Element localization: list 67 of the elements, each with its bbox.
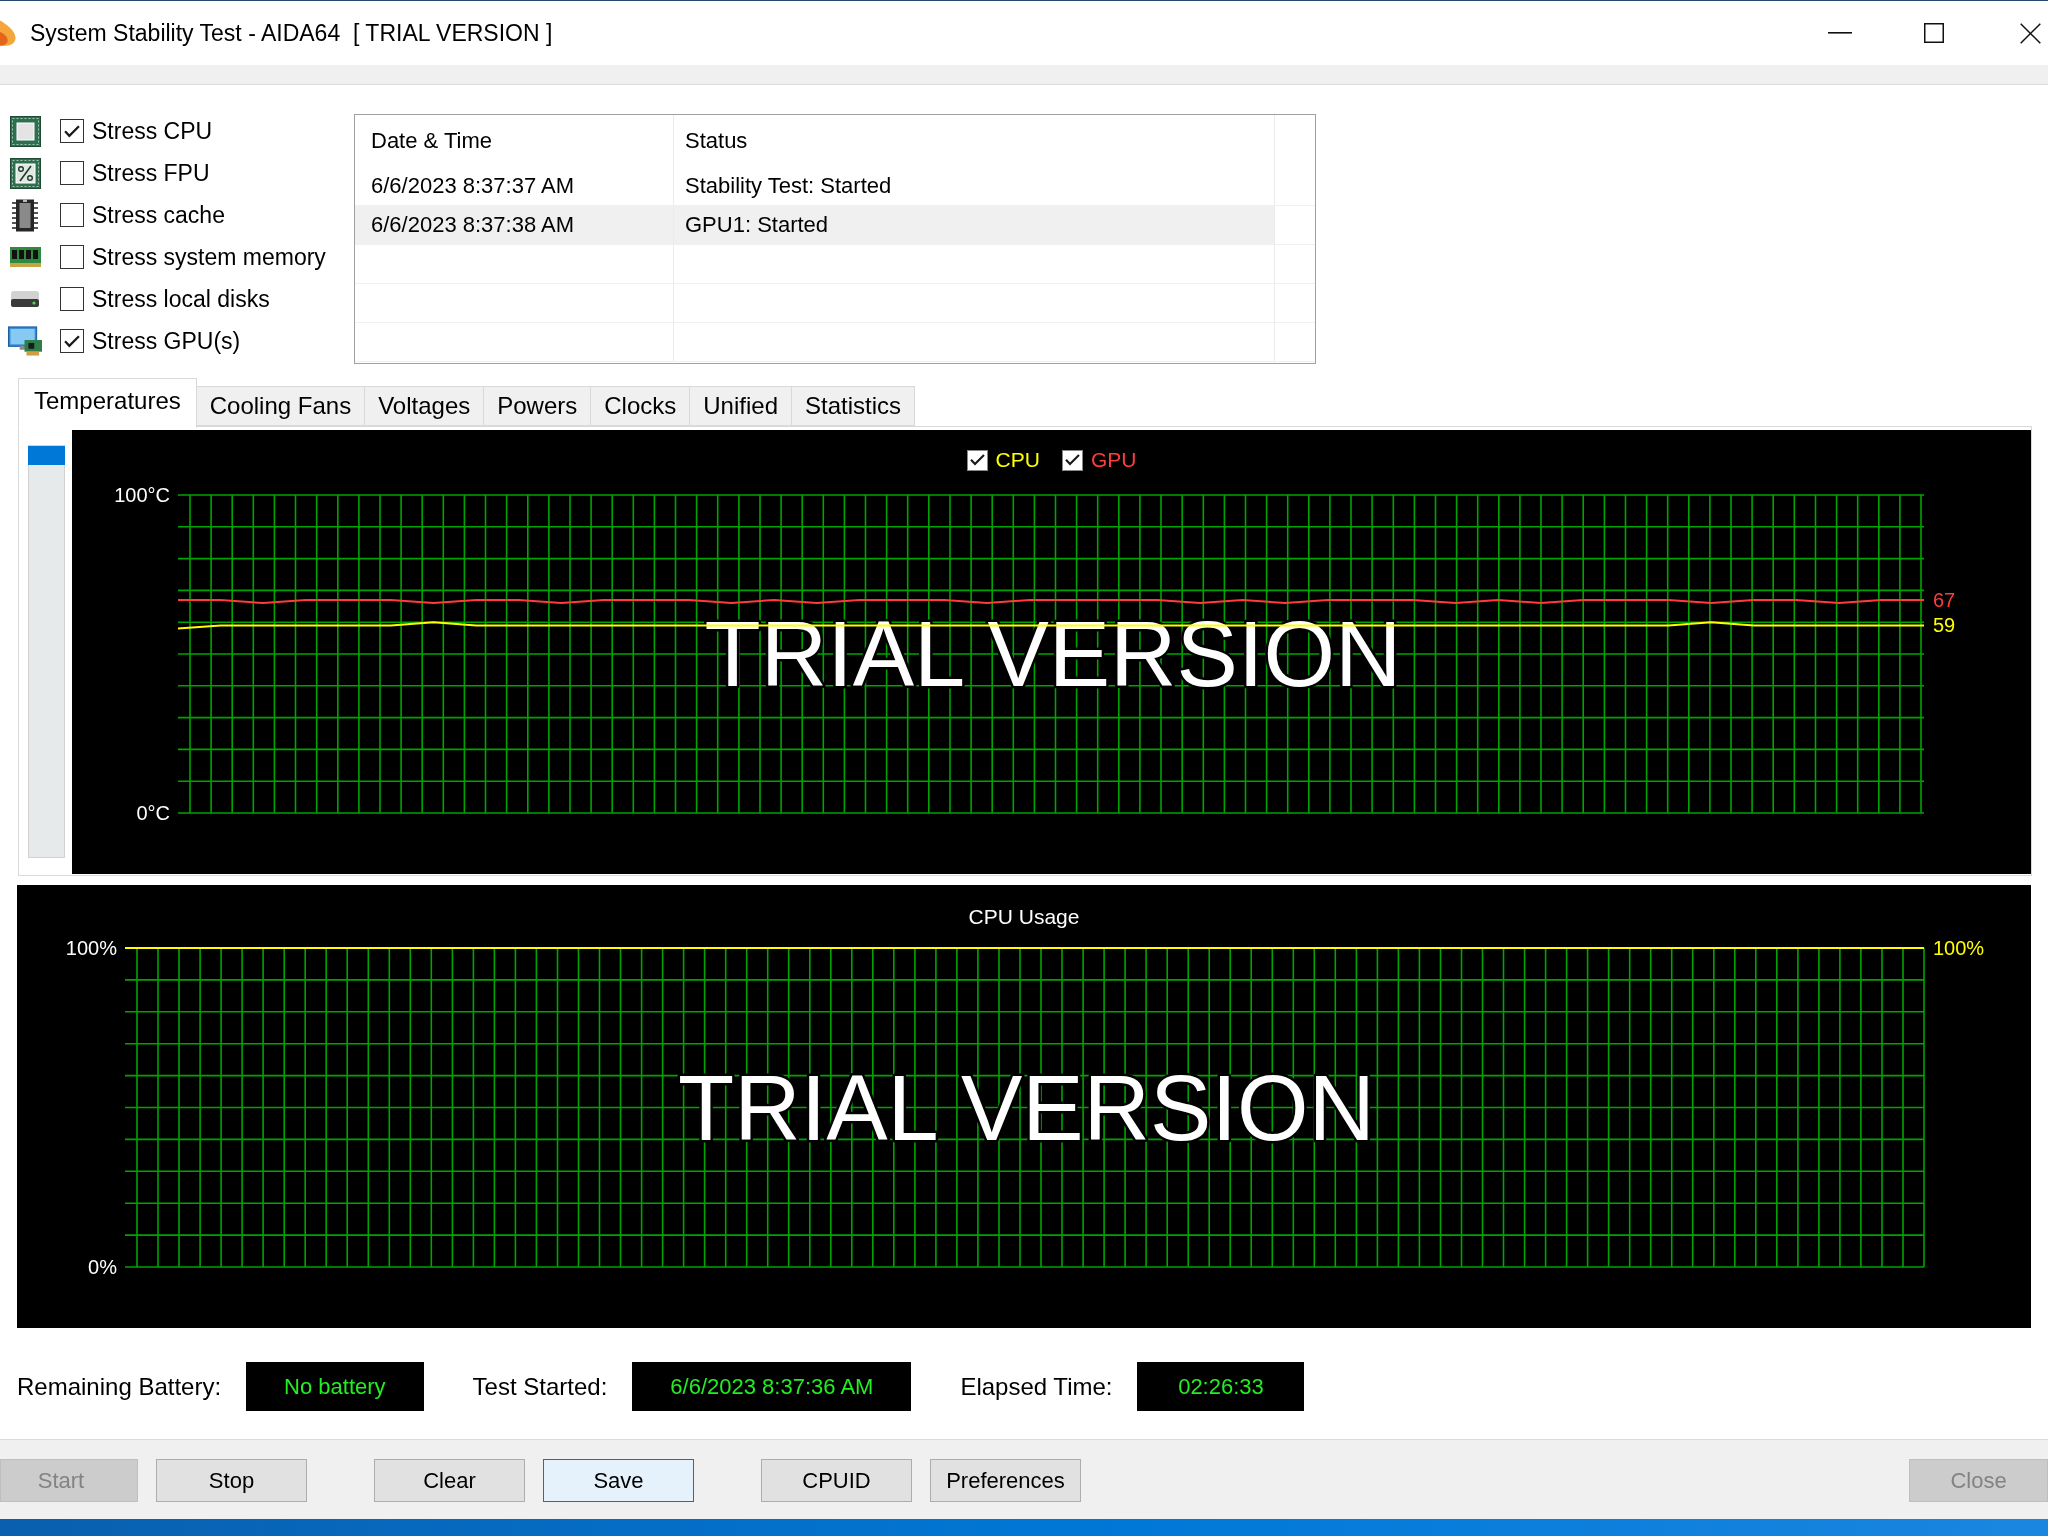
tab[interactable]: Cooling Fans: [195, 386, 366, 426]
chart-title: CPU Usage: [968, 905, 1080, 929]
checkbox[interactable]: [60, 161, 84, 185]
column-header[interactable]: Date & Time: [355, 115, 674, 167]
ram-module-icon: [9, 247, 41, 267]
value-label: 67: [1933, 588, 1956, 611]
drive-icon: [11, 290, 39, 308]
status-label: Remaining Battery:: [17, 1372, 222, 1401]
table-row[interactable]: 6/6/2023 8:37:37 AM Stability Test: Started: [355, 167, 1275, 205]
status-value: 02:26:33: [1137, 1362, 1305, 1411]
checkmark-icon: [64, 334, 80, 348]
checkbox-label[interactable]: Stress FPU: [92, 159, 210, 187]
checkbox-label[interactable]: Stress GPU(s): [92, 327, 241, 355]
dialog-button[interactable]: CPUID: [761, 1459, 912, 1502]
status-label: Elapsed Time:: [960, 1372, 1113, 1401]
chip-icon: [12, 198, 38, 232]
checkbox-label[interactable]: Stress local disks: [92, 285, 270, 313]
checkmark-icon: [969, 454, 985, 466]
checkbox[interactable]: [60, 119, 84, 143]
percent-chip-icon: [9, 157, 41, 189]
slider-thumb[interactable]: [28, 446, 65, 465]
checkbox-label[interactable]: Stress CPU: [92, 117, 213, 145]
table-cell: GPU1: Started: [674, 206, 1275, 244]
value-label: 59: [1933, 614, 1956, 637]
checkbox[interactable]: [60, 329, 84, 353]
column-header[interactable]: Status: [674, 115, 1275, 167]
dialog-button[interactable]: Clear: [374, 1459, 525, 1502]
checkbox-label[interactable]: Stress cache: [92, 201, 225, 229]
checkbox-label[interactable]: Stress system memory: [92, 243, 326, 271]
checkbox[interactable]: [60, 287, 84, 311]
legend-checkbox[interactable]: [1061, 449, 1083, 471]
legend-checkbox[interactable]: [966, 449, 988, 471]
tab[interactable]: Temperatures: [18, 378, 197, 428]
axis-label: 100%: [65, 937, 117, 959]
flame-icon: [0, 20, 16, 46]
window-title: System Stability Test - AIDA64 [ TRIAL VERSION ]: [30, 19, 553, 47]
value-label: 100%: [1933, 937, 1985, 959]
tab[interactable]: Unified: [689, 386, 792, 426]
checkbox[interactable]: [60, 245, 84, 269]
maximize-icon: [1924, 23, 1944, 43]
dialog-button[interactable]: Stop: [156, 1459, 307, 1502]
minimize-icon: [1828, 32, 1852, 34]
table-cell: 6/6/2023 8:37:37 AM: [355, 167, 674, 205]
checkmark-icon: [1064, 454, 1080, 466]
table-cell: 6/6/2023 8:37:38 AM: [355, 206, 674, 244]
status-value: 6/6/2023 8:37:36 AM: [632, 1362, 912, 1411]
status-label: Test Started:: [472, 1372, 608, 1401]
checkmark-icon: [64, 124, 80, 138]
table-cell: Stability Test: Started: [674, 167, 1275, 205]
checkbox[interactable]: [60, 203, 84, 227]
tab[interactable]: Statistics: [791, 386, 916, 426]
axis-label: 0%: [88, 1256, 117, 1278]
axis-label: 100°C: [114, 484, 170, 506]
close-icon: [2020, 22, 2041, 44]
processor-icon: [9, 115, 41, 147]
scale-slider[interactable]: [28, 445, 65, 858]
tab[interactable]: Voltages: [364, 386, 485, 426]
tab[interactable]: Clocks: [590, 386, 691, 426]
status-value: No battery: [246, 1362, 424, 1411]
dialog-button[interactable]: Save: [543, 1459, 694, 1502]
monitor-icon: [8, 326, 42, 356]
legend-label[interactable]: CPU: [995, 449, 1040, 471]
axis-label: 0°C: [136, 802, 170, 824]
dialog-button[interactable]: Preferences: [930, 1459, 1081, 1502]
legend-label[interactable]: GPU: [1090, 449, 1137, 471]
table-row[interactable]: 6/6/2023 8:37:38 AM GPU1: Started: [355, 206, 1275, 244]
tab[interactable]: Powers: [483, 386, 592, 426]
